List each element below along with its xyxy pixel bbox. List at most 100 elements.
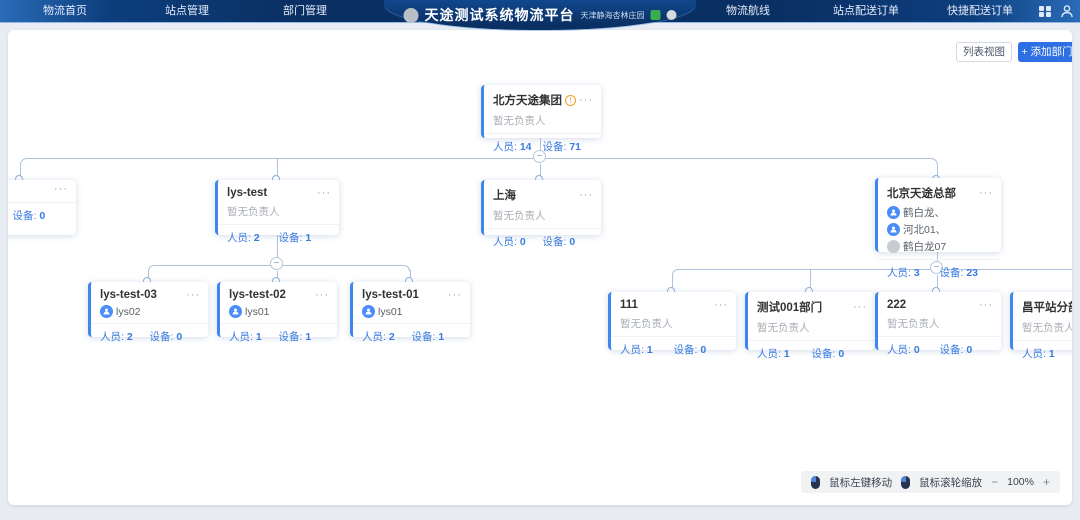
user-profile-icon[interactable] (1060, 4, 1074, 18)
member: 河北01、 (887, 222, 946, 237)
app-title: 天途测试系统物流平台 (425, 5, 575, 25)
more-menu-icon[interactable]: ··· (54, 187, 68, 192)
member-avatar-icon (229, 305, 242, 318)
people-stat: 人员: 0 (493, 234, 543, 249)
more-menu-icon[interactable]: ··· (448, 293, 462, 298)
more-menu-icon[interactable]: ··· (979, 191, 993, 196)
device-stat: 设备: 0 (812, 346, 867, 361)
connector-line (28, 158, 930, 159)
member-list: lys01 (353, 301, 470, 318)
connector-line (672, 274, 673, 288)
nav-item-logistics-routes[interactable]: 物流航线 (713, 0, 783, 22)
connector-corner (20, 158, 28, 166)
member-avatar-icon (887, 206, 900, 219)
people-stat: 人员: 0 (887, 342, 940, 357)
people-stat: 人员: 3 (887, 265, 940, 280)
dept-manager: 暂无负责人 (1013, 315, 1072, 335)
member-avatar-icon (100, 305, 113, 318)
device-stat: 设备: 0 (13, 208, 68, 223)
dept-card-lys-test-02[interactable]: lys-test-02 ··· lys01 人员: 1 设备: 1 (217, 282, 337, 337)
member: 鹤白龙、 (887, 205, 945, 220)
dept-card-shanghai[interactable]: 上海 ··· 暂无负责人 人员: 0 设备: 0 (481, 180, 601, 235)
dept-title: lys-test-02 (229, 289, 312, 301)
nav-item-site-management[interactable]: 站点管理 (152, 0, 222, 22)
add-department-button[interactable]: + 添加部门 (1018, 42, 1072, 62)
zoom-out-button[interactable]: − (991, 476, 998, 488)
nav-item-quick-delivery-orders[interactable]: 快捷配送订单 (937, 0, 1023, 22)
more-menu-icon[interactable]: ··· (853, 305, 867, 310)
org-chart-canvas[interactable]: 列表视图 + 添加部门 − − − ··· 设备: 0 (8, 30, 1072, 505)
connector-line (810, 270, 811, 288)
zoom-level: 100% (1007, 476, 1034, 488)
people-stat: 人员: 2 (362, 329, 412, 344)
member-list: lys01 (220, 301, 337, 318)
dept-title: 昌平站分部 (1022, 299, 1072, 315)
top-navbar: 物流首页 站点管理 部门管理 天途测试系统物流平台 天津静海杏林庄园 物流航线 … (0, 0, 1080, 22)
dept-manager: 暂无负责人 (484, 203, 601, 223)
more-menu-icon[interactable]: ··· (186, 293, 200, 298)
list-view-button[interactable]: 列表视图 (956, 42, 1012, 62)
dept-card-beijing[interactable]: 北京天途总部 ··· 鹤白龙、 河北01、 鹤白龙07 人员: 3 设备: 23 (875, 178, 1001, 252)
app-title-group: 天途测试系统物流平台 天津静海杏林庄园 (404, 0, 677, 30)
device-stat: 设备: 0 (940, 342, 993, 357)
dept-card-222[interactable]: 222 ··· 暂无负责人 人员: 0 设备: 0 (875, 292, 1001, 350)
member-list: 鹤白龙、 河北01、 鹤白龙07 (878, 201, 1001, 254)
dept-card-111[interactable]: 111 ··· 暂无负责人 人员: 1 设备: 0 (608, 292, 736, 350)
canvas-zoom-controls: 鼠标左键移动 鼠标滚轮缩放 − 100% + (801, 471, 1060, 493)
info-icon: ! (565, 95, 576, 106)
dept-manager: 暂无负责人 (611, 311, 736, 331)
people-stat: 人员: 2 (100, 329, 150, 344)
app-logo-icon (404, 8, 419, 23)
member: lys01 (362, 305, 403, 318)
pan-hint-label: 鼠标左键移动 (829, 475, 892, 490)
dept-manager: 暂无负责人 (878, 311, 1001, 331)
app-subtitle: 天津静海杏林庄园 (581, 10, 645, 21)
org-grid-icon[interactable] (1038, 4, 1052, 18)
zoom-in-button[interactable]: + (1043, 476, 1050, 488)
device-stat: 设备: 0 (150, 329, 200, 344)
dept-card-lys-test-03[interactable]: lys-test-03 ··· lys02 人员: 2 设备: 0 (88, 282, 208, 337)
more-menu-icon[interactable]: ··· (579, 193, 593, 198)
member-name: 鹤白龙、 (903, 205, 945, 220)
people-stat: 人员: 1 (757, 346, 812, 361)
member: 鹤白龙07 (887, 239, 946, 254)
connector-line (277, 159, 278, 176)
dept-title: lys-test-01 (362, 289, 445, 301)
dept-title: lys-test-03 (100, 289, 183, 301)
dept-manager: 暂无负责人 (218, 199, 339, 219)
more-menu-icon[interactable]: ··· (714, 303, 728, 308)
dept-card-lys-test-01[interactable]: lys-test-01 ··· lys01 人员: 2 设备: 1 (350, 282, 470, 337)
device-stat: 设备: 1 (279, 230, 331, 245)
dept-title: 北京天途总部 (887, 185, 976, 201)
dept-manager: 暂无负责人 (484, 108, 601, 128)
device-stat: 设备: 0 (674, 342, 728, 357)
nav-item-logistics-home[interactable]: 物流首页 (30, 0, 100, 22)
nav-item-department-management[interactable]: 部门管理 (270, 0, 340, 22)
dept-title: 222 (887, 299, 976, 311)
mouse-left-icon (811, 476, 820, 489)
nav-item-site-delivery-orders[interactable]: 站点配送订单 (823, 0, 909, 22)
dept-title: lys-test (227, 187, 314, 199)
dept-card-test001[interactable]: 测试001部门 ··· 暂无负责人 人员: 1 设备: 0 (745, 292, 875, 350)
dept-title: 111 (620, 299, 711, 311)
dept-card-lys-test[interactable]: lys-test ··· 暂无负责人 人员: 2 设备: 1 (215, 180, 339, 235)
member-name: lys01 (245, 306, 270, 318)
status-badge-circle-icon (667, 10, 677, 20)
people-stat: 人员: 14 (493, 139, 543, 154)
dept-card-changping[interactable]: 昌平站分部 暂无负责人 人员: 1 (1010, 292, 1072, 350)
people-stat: 人员: 1 (620, 342, 674, 357)
dept-card-root[interactable]: 北方天途集团总部 ! ··· 暂无负责人 人员: 14 设备: 71 (481, 85, 601, 138)
mouse-wheel-icon (901, 476, 910, 489)
member-list: lys02 (91, 301, 208, 318)
more-menu-icon[interactable]: ··· (579, 98, 593, 103)
more-menu-icon[interactable]: ··· (315, 293, 329, 298)
member-name: lys02 (116, 306, 141, 318)
device-stat: 设备: 1 (412, 329, 462, 344)
more-menu-icon[interactable]: ··· (317, 191, 331, 196)
more-menu-icon[interactable]: ··· (979, 303, 993, 308)
member: lys02 (100, 305, 141, 318)
collapse-toggle[interactable]: − (270, 257, 283, 270)
people-stat: 人员: 1 (229, 329, 279, 344)
dept-card-clipped[interactable]: ··· 设备: 0 (8, 180, 76, 235)
member-avatar-icon (887, 223, 900, 236)
